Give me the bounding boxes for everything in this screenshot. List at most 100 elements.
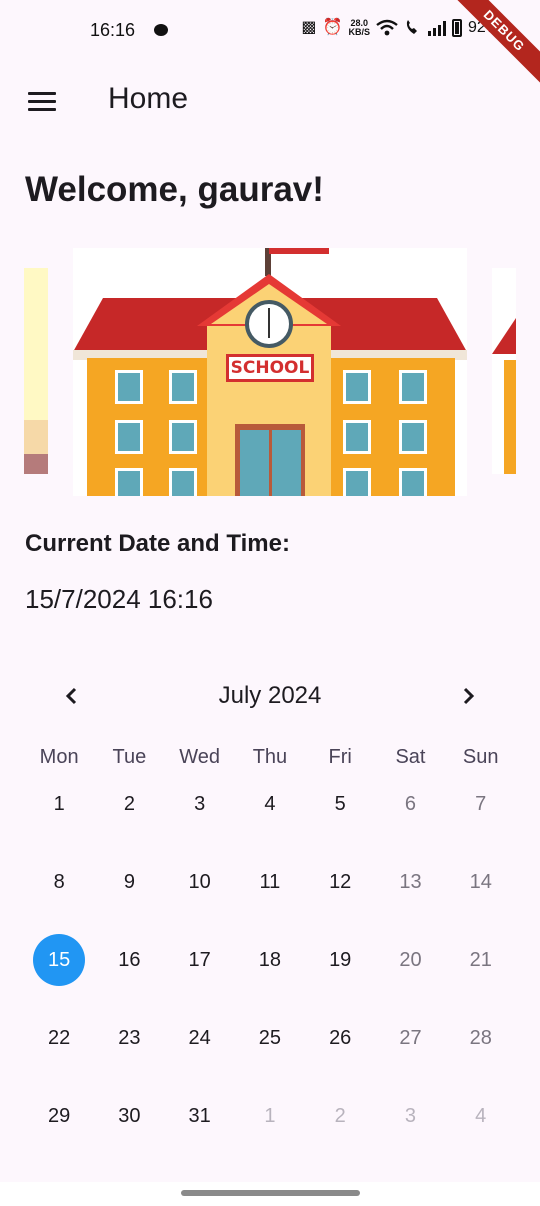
calendar-day[interactable]: 4	[446, 1092, 516, 1170]
carousel-next-slide[interactable]	[492, 268, 516, 474]
calendar-day-number: 14	[469, 870, 492, 893]
calendar-day-number: 6	[404, 792, 417, 815]
calendar-day-number: 28	[469, 1026, 492, 1049]
calendar-day[interactable]: 7	[446, 780, 516, 858]
calendar-day-number: 2	[334, 1104, 346, 1127]
calendar-day-number: 7	[475, 792, 487, 815]
weekday-label: Thu	[252, 746, 288, 768]
signal-icon	[427, 20, 446, 36]
calendar-day-number: 5	[334, 792, 346, 815]
page-title: Home	[108, 82, 189, 115]
battery-icon	[451, 19, 462, 37]
calendar-day-number: 26	[329, 1026, 352, 1049]
wifi-calling-icon	[406, 20, 417, 34]
calendar-day-number: 3	[194, 792, 206, 815]
calendar-day[interactable]: 29	[24, 1092, 94, 1170]
calendar-day[interactable]: 8	[24, 858, 94, 936]
calendar-day[interactable]: 24	[165, 1014, 235, 1092]
calendar-day-number: 15	[33, 934, 86, 986]
calendar-day[interactable]: 14	[446, 858, 516, 936]
calendar-day-number: 19	[329, 948, 352, 971]
calendar-day[interactable]: 23	[94, 1014, 164, 1092]
calendar-day-number: 12	[329, 870, 352, 893]
calendar-header: July 2024	[0, 676, 540, 716]
calendar-day-number: 24	[188, 1026, 211, 1049]
wifi-icon	[376, 19, 398, 36]
calendar-day[interactable]: 9	[94, 858, 164, 936]
calendar-day-number: 18	[258, 948, 282, 971]
weekday-label: Fri	[328, 746, 352, 768]
weekday-label: Wed	[179, 746, 221, 768]
calendar-day-number: 4	[475, 1104, 487, 1127]
calendar-day[interactable]: 1	[24, 780, 94, 858]
app-bar: Home	[0, 62, 540, 140]
status-icons: ▩ ⏰ 28.0 KB/S 92%	[301, 18, 500, 38]
weekday-label: Mon	[39, 746, 79, 768]
calendar-day[interactable]: 5	[305, 780, 375, 858]
system-nav-bar	[0, 1182, 540, 1206]
calendar-day[interactable]: 25	[235, 1014, 305, 1092]
calendar-day-number: 21	[469, 948, 492, 971]
calendar-day[interactable]: 20	[375, 936, 445, 1014]
calendar-day[interactable]: 26	[305, 1014, 375, 1092]
calendar-day[interactable]: 12	[305, 858, 375, 936]
calendar-day[interactable]: 19	[305, 936, 375, 1014]
status-time: 16:16	[90, 20, 136, 40]
calendar-weekdays: Mon Tue Wed Thu Fri Sat Sun	[24, 746, 516, 769]
net-speed: 28.0 KB/S	[348, 19, 370, 37]
chat-bubble-icon	[154, 24, 168, 36]
calendar-day[interactable]: 1	[235, 1092, 305, 1170]
calendar-day-number: 8	[53, 870, 65, 893]
calendar-day[interactable]: 18	[235, 936, 305, 1014]
calendar-day-number: 2	[123, 792, 135, 815]
weekday-label: Sat	[395, 746, 426, 768]
calendar-day[interactable]: 3	[165, 780, 235, 858]
calendar-day[interactable]: 2	[305, 1092, 375, 1170]
carousel-prev-slide[interactable]	[24, 268, 48, 474]
home-indicator[interactable]	[181, 1190, 360, 1196]
calendar-day-selected[interactable]: 15	[24, 934, 94, 1014]
calendar-grid: 1 2 3 4 5 6 7 8 9 10 11 12 13 14 15 16 17 18 19 20 21 22 23 24 2…	[24, 780, 516, 1170]
calendar-day-number: 25	[258, 1026, 282, 1049]
calendar-day-number: 9	[123, 870, 135, 893]
calendar-day-number: 30	[118, 1104, 141, 1127]
datetime-heading: Current Date and Time:	[25, 530, 290, 557]
calendar-day-number: 10	[188, 870, 211, 893]
datetime-value: 15/7/2024 16:16	[25, 584, 213, 614]
calendar-day-number: 22	[48, 1026, 71, 1049]
calendar-day-number: 16	[118, 948, 141, 971]
calendar-day[interactable]: 28	[446, 1014, 516, 1092]
calendar-day[interactable]: 10	[165, 858, 235, 936]
calendar-day-number: 27	[399, 1026, 422, 1049]
hamburger-menu-icon[interactable]	[28, 92, 56, 112]
calendar-day[interactable]: 13	[375, 858, 445, 936]
calendar-day-number: 11	[259, 870, 281, 893]
status-bar: 16:16 ▩ ⏰ 28.0 KB/S 92% DEBUG	[0, 0, 540, 89]
calendar-day-number: 13	[399, 870, 422, 893]
calendar-day[interactable]: 22	[24, 1014, 94, 1092]
calendar-day-number: 17	[188, 948, 211, 971]
calendar-day[interactable]: 21	[446, 936, 516, 1014]
school-sign: SCHOOL	[226, 354, 314, 382]
calendar-day[interactable]: 3	[375, 1092, 445, 1170]
calendar-day[interactable]: 4	[235, 780, 305, 858]
calendar-day-number: 1	[264, 1104, 276, 1127]
calendar-day-number: 23	[118, 1026, 141, 1049]
calendar-day[interactable]: 2	[94, 780, 164, 858]
calendar-day[interactable]: 31	[165, 1092, 235, 1170]
welcome-heading: Welcome, gaurav!	[25, 170, 324, 209]
weekday-label: Tue	[112, 746, 147, 768]
calendar-day[interactable]: 6	[375, 780, 445, 858]
calendar-day-number: 3	[404, 1104, 417, 1127]
calendar-day[interactable]: 17	[165, 936, 235, 1014]
calendar-day-number: 4	[264, 792, 276, 815]
calendar-day[interactable]: 16	[94, 936, 164, 1014]
calendar-day[interactable]: 30	[94, 1092, 164, 1170]
nfc-icon: ▩	[301, 19, 317, 36]
chevron-right-icon[interactable]	[450, 678, 486, 714]
calendar-day[interactable]: 27	[375, 1014, 445, 1092]
alarm-icon: ⏰	[322, 19, 343, 36]
calendar-day[interactable]: 11	[235, 858, 305, 936]
calendar-day-number: 1	[53, 792, 65, 815]
net-speed-unit: KB/S	[348, 27, 370, 37]
